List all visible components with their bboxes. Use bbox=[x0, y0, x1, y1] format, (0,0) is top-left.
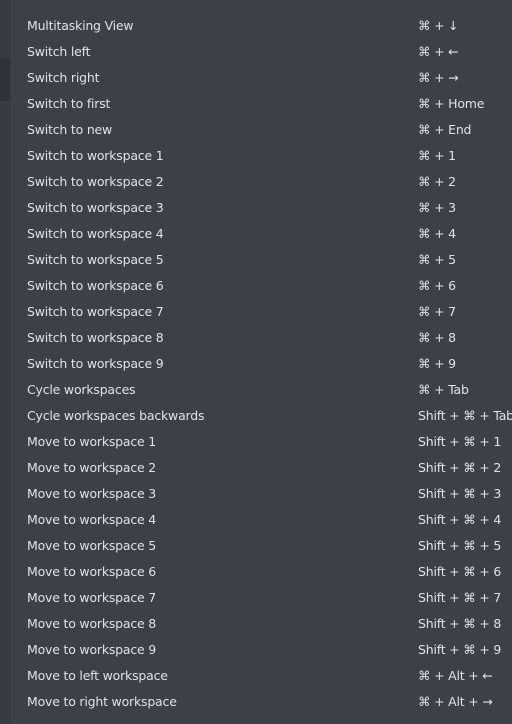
shortcut-action: Move to left workspace bbox=[27, 668, 168, 683]
shortcut-row[interactable]: Move to workspace 8 Shift + ⌘ + 8 bbox=[11, 611, 512, 637]
shortcut-action: Move to workspace 2 bbox=[27, 460, 157, 475]
shortcut-keys[interactable]: Shift + ⌘ + 3 bbox=[418, 481, 501, 507]
shortcut-row[interactable]: Move to workspace 5 Shift + ⌘ + 5 bbox=[11, 533, 512, 559]
shortcut-row[interactable]: Cycle workspaces backwards Shift + ⌘ + Ta… bbox=[11, 403, 512, 429]
shortcut-row[interactable]: Switch to workspace 6 ⌘ + 6 bbox=[11, 273, 512, 299]
shortcut-keys[interactable]: ⌘ + ↓ bbox=[418, 13, 459, 39]
shortcut-keys[interactable]: Shift + ⌘ + 8 bbox=[418, 611, 501, 637]
shortcut-row[interactable]: Switch to workspace 4 ⌘ + 4 bbox=[11, 221, 512, 247]
shortcut-list: Multitasking View ⌘ + ↓ Switch left ⌘ + ← … bbox=[11, 13, 512, 715]
sidebar-edge bbox=[0, 0, 11, 724]
shortcut-row[interactable]: Switch left ⌘ + ← bbox=[11, 39, 512, 65]
shortcut-keys[interactable]: ⌘ + 6 bbox=[418, 273, 456, 299]
shortcut-row[interactable]: Switch to workspace 7 ⌘ + 7 bbox=[11, 299, 512, 325]
sidebar-selected-item-edge[interactable] bbox=[0, 58, 10, 101]
shortcut-keys[interactable]: ⌘ + → bbox=[418, 65, 459, 91]
shortcut-keys[interactable]: Shift + ⌘ + 9 bbox=[418, 637, 501, 663]
shortcut-row[interactable]: Switch right ⌘ + → bbox=[11, 65, 512, 91]
shortcut-action: Switch to workspace 8 bbox=[27, 330, 164, 345]
shortcut-keys[interactable]: Shift + ⌘ + 2 bbox=[418, 455, 501, 481]
shortcut-action: Switch to workspace 3 bbox=[27, 200, 164, 215]
shortcut-row[interactable]: Switch to workspace 5 ⌘ + 5 bbox=[11, 247, 512, 273]
shortcut-action: Switch to first bbox=[27, 96, 111, 111]
shortcut-keys[interactable]: Shift + ⌘ + 6 bbox=[418, 559, 501, 585]
shortcut-keys[interactable]: ⌘ + 1 bbox=[418, 143, 456, 169]
shortcut-row[interactable]: Move to right workspace ⌘ + Alt + → bbox=[11, 689, 512, 715]
shortcut-keys[interactable]: ⌘ + 4 bbox=[418, 221, 456, 247]
shortcut-action: Move to workspace 3 bbox=[27, 486, 157, 501]
shortcut-keys[interactable]: ⌘ + Alt + → bbox=[418, 689, 493, 715]
shortcut-keys[interactable]: Shift + ⌘ + 4 bbox=[418, 507, 501, 533]
shortcut-keys[interactable]: Shift + ⌘ + Tab bbox=[418, 403, 512, 429]
shortcut-row[interactable]: Move to workspace 7 Shift + ⌘ + 7 bbox=[11, 585, 512, 611]
shortcut-row[interactable]: Move to left workspace ⌘ + Alt + ← bbox=[11, 663, 512, 689]
shortcut-keys[interactable]: ⌘ + 5 bbox=[418, 247, 456, 273]
shortcut-action: Move to workspace 4 bbox=[27, 512, 157, 527]
shortcut-row[interactable]: Switch to workspace 9 ⌘ + 9 bbox=[11, 351, 512, 377]
shortcut-action: Switch to new bbox=[27, 122, 113, 137]
shortcut-action: Move to workspace 8 bbox=[27, 616, 157, 631]
shortcut-row[interactable]: Switch to workspace 2 ⌘ + 2 bbox=[11, 169, 512, 195]
shortcut-keys[interactable]: ⌘ + 2 bbox=[418, 169, 456, 195]
shortcut-action: Switch to workspace 9 bbox=[27, 356, 164, 371]
shortcut-action: Switch to workspace 6 bbox=[27, 278, 164, 293]
shortcut-action: Move to workspace 7 bbox=[27, 590, 157, 605]
shortcuts-panel: Multitasking View ⌘ + ↓ Switch left ⌘ + ← … bbox=[11, 0, 512, 724]
shortcut-keys[interactable]: Shift + ⌘ + 5 bbox=[418, 533, 501, 559]
shortcut-keys[interactable]: ⌘ + 3 bbox=[418, 195, 456, 221]
shortcut-action: Move to workspace 9 bbox=[27, 642, 157, 657]
shortcut-keys[interactable]: ⌘ + 7 bbox=[418, 299, 456, 325]
shortcut-row[interactable]: Switch to first ⌘ + Home bbox=[11, 91, 512, 117]
shortcut-keys[interactable]: ⌘ + Alt + ← bbox=[418, 663, 493, 689]
shortcut-action: Move to workspace 1 bbox=[27, 434, 157, 449]
shortcut-keys[interactable]: Shift + ⌘ + 1 bbox=[418, 429, 501, 455]
shortcut-action: Switch to workspace 4 bbox=[27, 226, 164, 241]
shortcut-action: Multitasking View bbox=[27, 18, 134, 33]
shortcut-keys[interactable]: ⌘ + Tab bbox=[418, 377, 469, 403]
shortcut-row[interactable]: Move to workspace 9 Shift + ⌘ + 9 bbox=[11, 637, 512, 663]
shortcut-row[interactable]: Switch to new ⌘ + End bbox=[11, 117, 512, 143]
shortcut-keys[interactable]: ⌘ + 9 bbox=[418, 351, 456, 377]
shortcut-keys[interactable]: ⌘ + Home bbox=[418, 91, 484, 117]
shortcut-keys[interactable]: Shift + ⌘ + 7 bbox=[418, 585, 501, 611]
shortcut-row[interactable]: Switch to workspace 1 ⌘ + 1 bbox=[11, 143, 512, 169]
shortcut-row[interactable]: Move to workspace 2 Shift + ⌘ + 2 bbox=[11, 455, 512, 481]
shortcut-action: Switch to workspace 1 bbox=[27, 148, 164, 163]
shortcut-row[interactable]: Move to workspace 6 Shift + ⌘ + 6 bbox=[11, 559, 512, 585]
shortcut-action: Cycle workspaces bbox=[27, 382, 136, 397]
shortcut-row[interactable]: Switch to workspace 8 ⌘ + 8 bbox=[11, 325, 512, 351]
shortcut-action: Move to workspace 5 bbox=[27, 538, 157, 553]
shortcut-row[interactable]: Move to workspace 4 Shift + ⌘ + 4 bbox=[11, 507, 512, 533]
shortcut-action: Switch left bbox=[27, 44, 91, 59]
shortcut-action: Move to workspace 6 bbox=[27, 564, 157, 579]
shortcut-row[interactable]: Cycle workspaces ⌘ + Tab bbox=[11, 377, 512, 403]
shortcut-keys[interactable]: ⌘ + 8 bbox=[418, 325, 456, 351]
shortcut-action: Switch to workspace 7 bbox=[27, 304, 164, 319]
shortcut-action: Switch to workspace 2 bbox=[27, 174, 164, 189]
shortcut-action: Move to right workspace bbox=[27, 694, 177, 709]
shortcut-row[interactable]: Switch to workspace 3 ⌘ + 3 bbox=[11, 195, 512, 221]
shortcut-row[interactable]: Move to workspace 1 Shift + ⌘ + 1 bbox=[11, 429, 512, 455]
shortcut-keys[interactable]: ⌘ + End bbox=[418, 117, 471, 143]
shortcut-action: Switch right bbox=[27, 70, 100, 85]
shortcut-row[interactable]: Move to workspace 3 Shift + ⌘ + 3 bbox=[11, 481, 512, 507]
shortcut-row[interactable]: Multitasking View ⌘ + ↓ bbox=[11, 13, 512, 39]
shortcut-action: Switch to workspace 5 bbox=[27, 252, 164, 267]
shortcut-action: Cycle workspaces backwards bbox=[27, 408, 205, 423]
shortcut-keys[interactable]: ⌘ + ← bbox=[418, 39, 459, 65]
